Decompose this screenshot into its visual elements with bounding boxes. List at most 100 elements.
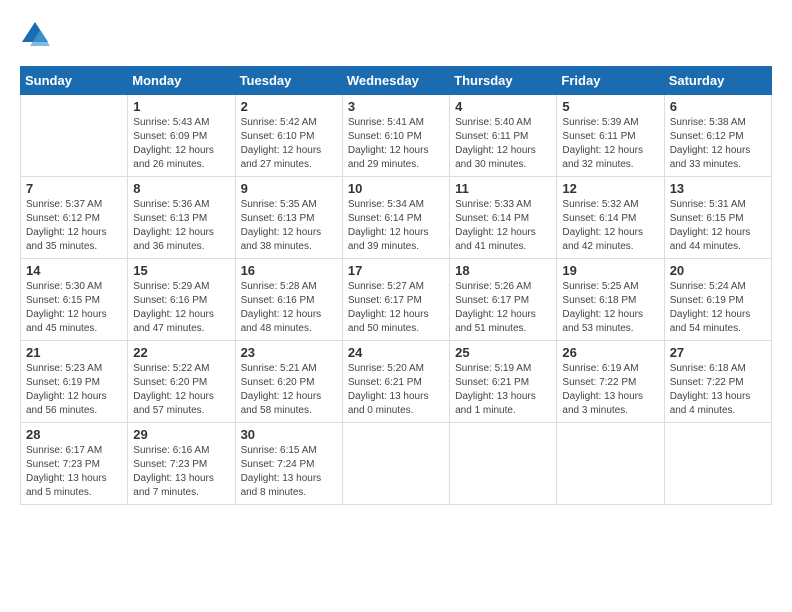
day-info: Sunrise: 5:40 AM Sunset: 6:11 PM Dayligh… — [455, 116, 551, 172]
day-cell: 1Sunrise: 5:43 AM Sunset: 6:09 PM Daylig… — [128, 95, 235, 177]
day-number: 15 — [133, 263, 229, 278]
day-info: Sunrise: 5:36 AM Sunset: 6:13 PM Dayligh… — [133, 198, 229, 254]
logo — [20, 20, 54, 50]
day-info: Sunrise: 5:42 AM Sunset: 6:10 PM Dayligh… — [241, 116, 337, 172]
day-number: 23 — [241, 345, 337, 360]
day-info: Sunrise: 5:23 AM Sunset: 6:19 PM Dayligh… — [26, 362, 122, 418]
day-cell: 9 Sunrise: 5:35 AM Sunset: 6:13 PM Daylig… — [235, 177, 342, 259]
day-info: Sunrise: 5:20 AM Sunset: 6:21 PM Dayligh… — [348, 362, 444, 418]
week-row-5: 28 Sunrise: 6:17 AM Sunset: 7:23 PM Dayli… — [21, 423, 772, 505]
day-cell: 20 Sunrise: 5:24 AM Sunset: 6:19 PM Dayli… — [664, 259, 771, 341]
day-cell: 25 Sunrise: 5:19 AM Sunset: 6:21 PM Dayli… — [450, 341, 557, 423]
day-cell: 21 Sunrise: 5:23 AM Sunset: 6:19 PM Dayli… — [21, 341, 128, 423]
day-number: 7 — [26, 181, 122, 196]
day-number: 8 — [133, 181, 229, 196]
day-info: Sunrise: 5:25 AM Sunset: 6:18 PM Dayligh… — [562, 280, 658, 336]
day-cell: 11 Sunrise: 5:33 AM Sunset: 6:14 PM Dayli… — [450, 177, 557, 259]
day-cell — [342, 423, 449, 505]
day-cell: 19 Sunrise: 5:25 AM Sunset: 6:18 PM Dayli… — [557, 259, 664, 341]
day-cell: 4 Sunrise: 5:40 AM Sunset: 6:11 PM Daylig… — [450, 95, 557, 177]
day-info: Sunrise: 5:29 AM Sunset: 6:16 PM Dayligh… — [133, 280, 229, 336]
day-cell: 15 Sunrise: 5:29 AM Sunset: 6:16 PM Dayli… — [128, 259, 235, 341]
day-number: 21 — [26, 345, 122, 360]
day-cell — [21, 95, 128, 177]
day-cell: 14 Sunrise: 5:30 AM Sunset: 6:15 PM Dayli… — [21, 259, 128, 341]
day-info: Sunrise: 5:26 AM Sunset: 6:17 PM Dayligh… — [455, 280, 551, 336]
day-number: 5 — [562, 99, 658, 114]
day-info: Sunrise: 5:30 AM Sunset: 6:15 PM Dayligh… — [26, 280, 122, 336]
day-cell — [557, 423, 664, 505]
day-number: 3 — [348, 99, 444, 114]
day-info: Sunrise: 6:17 AM Sunset: 7:23 PM Dayligh… — [26, 444, 122, 500]
day-info: Sunrise: 5:35 AM Sunset: 6:13 PM Dayligh… — [241, 198, 337, 254]
day-cell — [664, 423, 771, 505]
day-number: 18 — [455, 263, 551, 278]
weekday-header-sunday: Sunday — [21, 67, 128, 95]
day-number: 22 — [133, 345, 229, 360]
day-number: 9 — [241, 181, 337, 196]
day-number: 13 — [670, 181, 766, 196]
day-number: 6 — [670, 99, 766, 114]
day-info: Sunrise: 6:16 AM Sunset: 7:23 PM Dayligh… — [133, 444, 229, 500]
day-info: Sunrise: 5:22 AM Sunset: 6:20 PM Dayligh… — [133, 362, 229, 418]
day-info: Sunrise: 5:33 AM Sunset: 6:14 PM Dayligh… — [455, 198, 551, 254]
day-info: Sunrise: 6:19 AM Sunset: 7:22 PM Dayligh… — [562, 362, 658, 418]
day-number: 20 — [670, 263, 766, 278]
weekday-header-tuesday: Tuesday — [235, 67, 342, 95]
logo-icon — [20, 20, 50, 50]
day-info: Sunrise: 6:15 AM Sunset: 7:24 PM Dayligh… — [241, 444, 337, 500]
day-cell — [450, 423, 557, 505]
day-cell: 18 Sunrise: 5:26 AM Sunset: 6:17 PM Dayli… — [450, 259, 557, 341]
weekday-header-wednesday: Wednesday — [342, 67, 449, 95]
day-info: Sunrise: 5:37 AM Sunset: 6:12 PM Dayligh… — [26, 198, 122, 254]
day-number: 1 — [133, 99, 229, 114]
day-number: 4 — [455, 99, 551, 114]
day-number: 28 — [26, 427, 122, 442]
day-cell: 24 Sunrise: 5:20 AM Sunset: 6:21 PM Dayli… — [342, 341, 449, 423]
day-info: Sunrise: 5:28 AM Sunset: 6:16 PM Dayligh… — [241, 280, 337, 336]
day-cell: 2 Sunrise: 5:42 AM Sunset: 6:10 PM Daylig… — [235, 95, 342, 177]
weekday-header-thursday: Thursday — [450, 67, 557, 95]
day-info: Sunrise: 5:19 AM Sunset: 6:21 PM Dayligh… — [455, 362, 551, 418]
day-number: 14 — [26, 263, 122, 278]
day-info: Sunrise: 5:24 AM Sunset: 6:19 PM Dayligh… — [670, 280, 766, 336]
day-cell: 5 Sunrise: 5:39 AM Sunset: 6:11 PM Daylig… — [557, 95, 664, 177]
day-cell: 6 Sunrise: 5:38 AM Sunset: 6:12 PM Daylig… — [664, 95, 771, 177]
day-info: Sunrise: 5:34 AM Sunset: 6:14 PM Dayligh… — [348, 198, 444, 254]
day-info: Sunrise: 5:27 AM Sunset: 6:17 PM Dayligh… — [348, 280, 444, 336]
day-cell: 13 Sunrise: 5:31 AM Sunset: 6:15 PM Dayli… — [664, 177, 771, 259]
day-info: Sunrise: 5:39 AM Sunset: 6:11 PM Dayligh… — [562, 116, 658, 172]
day-cell: 28 Sunrise: 6:17 AM Sunset: 7:23 PM Dayli… — [21, 423, 128, 505]
day-cell: 16 Sunrise: 5:28 AM Sunset: 6:16 PM Dayli… — [235, 259, 342, 341]
day-cell: 3 Sunrise: 5:41 AM Sunset: 6:10 PM Daylig… — [342, 95, 449, 177]
day-cell: 26 Sunrise: 6:19 AM Sunset: 7:22 PM Dayli… — [557, 341, 664, 423]
day-cell: 29Sunrise: 6:16 AM Sunset: 7:23 PM Dayli… — [128, 423, 235, 505]
weekday-header-friday: Friday — [557, 67, 664, 95]
day-number: 11 — [455, 181, 551, 196]
day-number: 30 — [241, 427, 337, 442]
day-cell: 7 Sunrise: 5:37 AM Sunset: 6:12 PM Daylig… — [21, 177, 128, 259]
day-number: 17 — [348, 263, 444, 278]
day-number: 26 — [562, 345, 658, 360]
day-number: 19 — [562, 263, 658, 278]
day-info: Sunrise: 5:31 AM Sunset: 6:15 PM Dayligh… — [670, 198, 766, 254]
day-number: 24 — [348, 345, 444, 360]
day-number: 2 — [241, 99, 337, 114]
week-row-4: 21 Sunrise: 5:23 AM Sunset: 6:19 PM Dayli… — [21, 341, 772, 423]
day-number: 12 — [562, 181, 658, 196]
weekday-header-monday: Monday — [128, 67, 235, 95]
day-info: Sunrise: 5:41 AM Sunset: 6:10 PM Dayligh… — [348, 116, 444, 172]
week-row-2: 7 Sunrise: 5:37 AM Sunset: 6:12 PM Daylig… — [21, 177, 772, 259]
day-number: 25 — [455, 345, 551, 360]
day-number: 10 — [348, 181, 444, 196]
day-number: 27 — [670, 345, 766, 360]
day-info: Sunrise: 5:38 AM Sunset: 6:12 PM Dayligh… — [670, 116, 766, 172]
weekday-header-row: SundayMondayTuesdayWednesdayThursdayFrid… — [21, 67, 772, 95]
day-number: 16 — [241, 263, 337, 278]
header — [20, 20, 772, 50]
day-cell: 23Sunrise: 5:21 AM Sunset: 6:20 PM Dayli… — [235, 341, 342, 423]
day-cell: 8 Sunrise: 5:36 AM Sunset: 6:13 PM Daylig… — [128, 177, 235, 259]
day-info: Sunrise: 6:18 AM Sunset: 7:22 PM Dayligh… — [670, 362, 766, 418]
week-row-1: 1Sunrise: 5:43 AM Sunset: 6:09 PM Daylig… — [21, 95, 772, 177]
day-cell: 12Sunrise: 5:32 AM Sunset: 6:14 PM Dayli… — [557, 177, 664, 259]
